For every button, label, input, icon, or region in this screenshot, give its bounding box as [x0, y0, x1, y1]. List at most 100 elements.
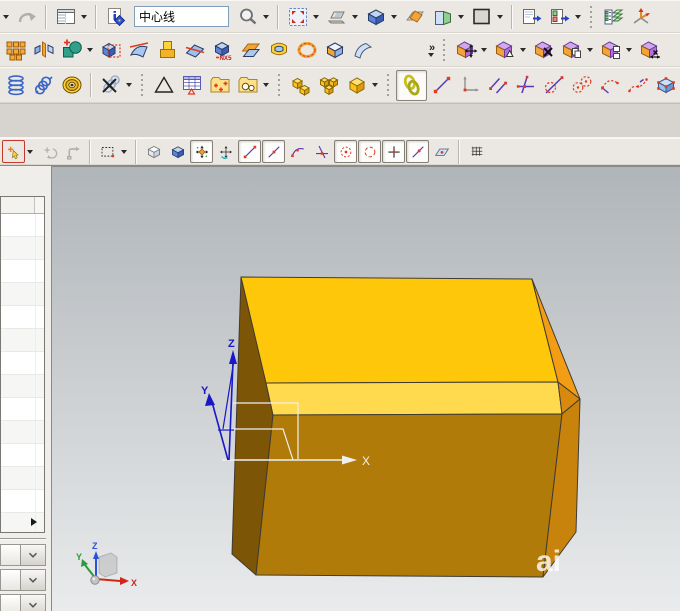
- view-combo-3-field[interactable]: [0, 594, 20, 611]
- navigator-row[interactable]: [1, 237, 44, 260]
- dropdown-caret-icon[interactable]: [458, 14, 464, 19]
- sketch-line-button[interactable]: [428, 72, 455, 99]
- spring-button[interactable]: [30, 72, 57, 99]
- rectangle-select-button[interactable]: [96, 140, 119, 163]
- quadrant-point-button[interactable]: [358, 140, 381, 163]
- navigator-table[interactable]: [0, 196, 45, 533]
- selection-filter-button[interactable]: [2, 140, 25, 163]
- concentric-constraint-button[interactable]: [568, 72, 595, 99]
- layer-settings-button[interactable]: [599, 3, 626, 30]
- perpendicular-constraint-button[interactable]: [512, 72, 539, 99]
- offset-region-button[interactable]: [491, 37, 518, 64]
- view-combo-1-dropdown-button[interactable]: [20, 544, 46, 566]
- view-layout-button[interactable]: [52, 3, 79, 30]
- group-circles-button[interactable]: [234, 72, 261, 99]
- toolbar-drag-handle[interactable]: [589, 4, 594, 29]
- display-mode-button[interactable]: [323, 3, 350, 30]
- navigator-row[interactable]: [1, 214, 44, 237]
- draft-button[interactable]: [150, 72, 177, 99]
- group-add-button[interactable]: [206, 72, 233, 99]
- rendering-style-button[interactable]: [362, 3, 389, 30]
- dropdown-caret-icon[interactable]: [121, 149, 127, 154]
- feature-cube-button[interactable]: [321, 37, 348, 64]
- mid-point-button[interactable]: [262, 140, 285, 163]
- assembly-pattern-button[interactable]: [315, 72, 342, 99]
- end-point-button[interactable]: [238, 140, 261, 163]
- navigator-row[interactable]: [1, 444, 44, 467]
- search-button[interactable]: [234, 3, 261, 30]
- dropdown-caret-icon[interactable]: [626, 48, 632, 52]
- arc-constraint-button[interactable]: [596, 72, 623, 99]
- spline-constraint-button[interactable]: [624, 72, 651, 99]
- navigator-row[interactable]: [1, 398, 44, 421]
- window-export-button[interactable]: [518, 3, 545, 30]
- parallel-constraint-button[interactable]: [484, 72, 511, 99]
- point-set-button[interactable]: [652, 72, 679, 99]
- existing-point-button[interactable]: [382, 140, 405, 163]
- tangent-constraint-button[interactable]: [540, 72, 567, 99]
- dropdown-caret-icon[interactable]: [481, 48, 487, 52]
- trimmed-sheet-button[interactable]: [125, 37, 152, 64]
- arc-center-button[interactable]: [334, 140, 357, 163]
- dropdown-caret-icon[interactable]: [587, 48, 593, 52]
- flange-button[interactable]: [349, 37, 376, 64]
- split-body-button[interactable]: [181, 37, 208, 64]
- command-finder-input[interactable]: [134, 6, 229, 27]
- pattern-feature-button[interactable]: [2, 37, 29, 64]
- trim-body-button[interactable]: [97, 37, 124, 64]
- graphics-window[interactable]: X Z Y Z Y X ai: [52, 166, 680, 611]
- dropdown-caret-icon[interactable]: [81, 14, 87, 19]
- toolbar-drag-handle[interactable]: [277, 73, 282, 97]
- intersection-point-button[interactable]: [310, 140, 333, 163]
- toolbar-drag-handle[interactable]: [140, 73, 145, 97]
- snap-point-toggle-button[interactable]: [190, 140, 213, 163]
- view-combo-2-field[interactable]: [0, 569, 20, 591]
- navigator-scroll-arrow-icon[interactable]: [31, 518, 37, 526]
- box-front-face[interactable]: [255, 413, 563, 578]
- washer-button[interactable]: [58, 72, 85, 99]
- sketch-dimension-button[interactable]: [456, 72, 483, 99]
- navigator-row[interactable]: [1, 513, 44, 532]
- clip-section-button[interactable]: [401, 3, 428, 30]
- fit-view-button[interactable]: [284, 3, 311, 30]
- background-button[interactable]: [468, 3, 495, 30]
- dropdown-caret-icon[interactable]: [27, 149, 33, 154]
- delete-face-button[interactable]: [530, 37, 557, 64]
- navigator-row[interactable]: [1, 375, 44, 398]
- navigator-row[interactable]: [1, 283, 44, 306]
- dropdown-caret-icon[interactable]: [372, 83, 378, 87]
- dropdown-caret-icon[interactable]: [352, 14, 358, 19]
- thread-button[interactable]: [293, 37, 320, 64]
- scene-canvas[interactable]: X Z Y Z Y X: [52, 167, 680, 611]
- tolerance-table-button[interactable]: [178, 72, 205, 99]
- toolbar-drag-handle[interactable]: [386, 73, 391, 97]
- assembly-cubes-button[interactable]: [287, 72, 314, 99]
- constraints-toggle-button[interactable]: [396, 69, 427, 101]
- move-face-button[interactable]: [452, 37, 479, 64]
- information-button[interactable]: [102, 3, 129, 30]
- toolbar-drag-handle[interactable]: [442, 38, 447, 62]
- dropdown-caret-icon[interactable]: [3, 14, 9, 19]
- shaded-view-button[interactable]: [166, 140, 189, 163]
- navigator-row[interactable]: [1, 490, 44, 513]
- work-plane-button[interactable]: [142, 140, 165, 163]
- point-on-curve-button[interactable]: [406, 140, 429, 163]
- nx5-feature-button[interactable]: NX5: [209, 37, 236, 64]
- dropdown-caret-icon[interactable]: [391, 14, 397, 19]
- toolbar-overflow[interactable]: »: [427, 42, 437, 57]
- navigator-row[interactable]: [1, 260, 44, 283]
- resize-face-button[interactable]: [636, 37, 663, 64]
- view-combo-3-dropdown-button[interactable]: [20, 594, 46, 611]
- dropdown-caret-icon[interactable]: [313, 14, 319, 19]
- wcs-orient-button[interactable]: [627, 3, 654, 30]
- triad-origin-sphere[interactable]: [90, 575, 100, 585]
- navigator-row[interactable]: [1, 467, 44, 490]
- unite-button[interactable]: [58, 37, 85, 64]
- navigator-row[interactable]: [1, 329, 44, 352]
- shell-button[interactable]: [265, 37, 292, 64]
- extrude-button[interactable]: [153, 37, 180, 64]
- view-triad[interactable]: Z Y X: [76, 541, 137, 588]
- assembly-cube-button[interactable]: [343, 72, 370, 99]
- window-import-button[interactable]: [546, 3, 573, 30]
- view-section-button[interactable]: [429, 3, 456, 30]
